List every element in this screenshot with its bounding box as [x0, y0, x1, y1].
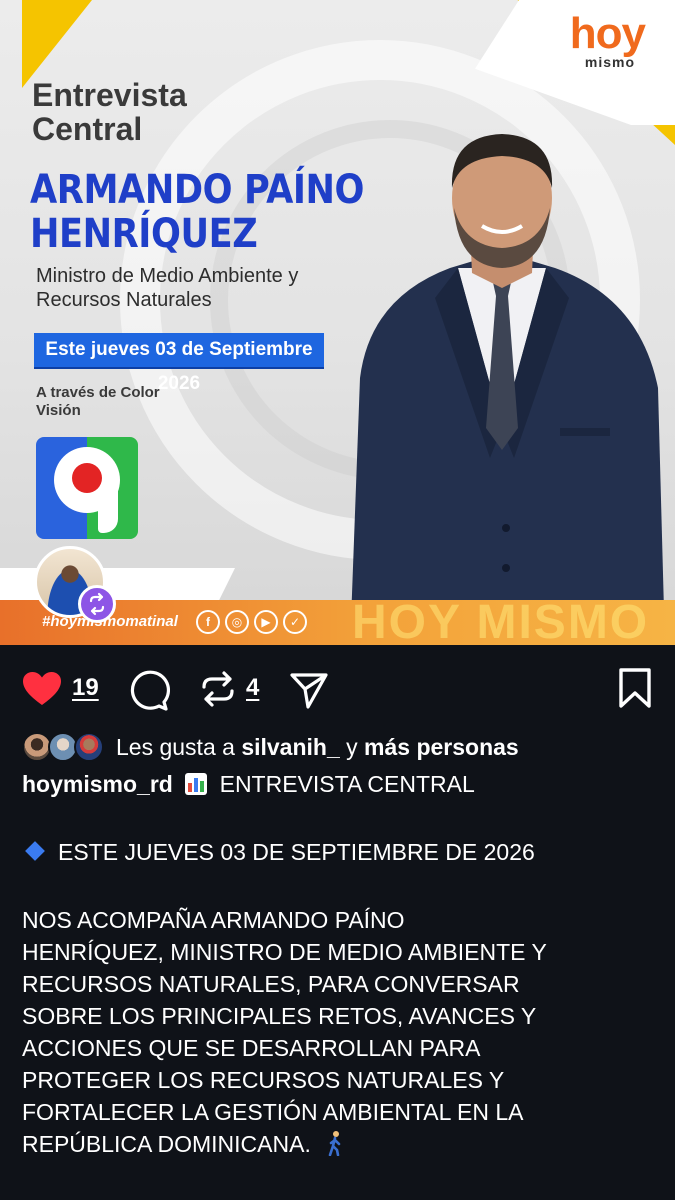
caption-headline-line: hoymismo_rd ENTREVISTA CENTRAL — [22, 768, 662, 800]
liked-by-row[interactable]: Les gusta a silvanih_ y más personas — [22, 730, 662, 766]
caption-body-line-last: REPÚBLICA DOMINICANA. — [22, 1128, 662, 1160]
caption-body-line: HENRÍQUEZ, MINISTRO DE MEDIO AMBIENTE Y — [22, 939, 547, 965]
guest-photo — [350, 134, 665, 645]
caption-body-line: NOS ACOMPAÑA ARMANDO PAÍNO — [22, 907, 405, 933]
caption-body-line: FORTALECER LA GESTIÓN AMBIENTAL EN LA — [22, 1099, 524, 1125]
bar-chart-icon — [185, 773, 208, 795]
bookmark-icon[interactable] — [618, 667, 652, 709]
channel-caption: A través de Color Visión — [36, 384, 160, 419]
twitter-icon: ✓ — [283, 610, 307, 634]
post-caption: hoymismo_rd ENTREVISTA CENTRAL ESTE JUEV… — [22, 768, 662, 1160]
repost-count[interactable]: 4 — [246, 674, 259, 702]
liked-by-text: Les gusta a silvanih_ y más personas — [116, 734, 519, 760]
action-bar: 19 4 — [0, 645, 675, 730]
brand-logo-subtext: mismo — [584, 54, 635, 70]
caption-body-line: ACCIONES QUE SE DESARROLLAN PARA — [22, 1035, 481, 1061]
caption-body: NOS ACOMPAÑA ARMANDO PAÍNO HENRÍQUEZ, MI… — [22, 904, 662, 1160]
caption-headline: ENTREVISTA CENTRAL — [219, 771, 475, 797]
caption-username[interactable]: hoymismo_rd — [22, 771, 173, 797]
instagram-icon: ◎ — [225, 610, 249, 634]
guest-role: Ministro de Medio Ambiente y Recursos Na… — [36, 265, 299, 311]
yellow-corner-left — [22, 0, 92, 88]
app-root: hoy mismo Entrevista Central ARMANDO PAÍ… — [0, 0, 675, 1200]
youtube-icon: ▶ — [254, 610, 278, 634]
strip-brand-watermark: HOY MISMO — [352, 596, 650, 645]
repost-badge-icon — [78, 585, 116, 623]
repost-icon[interactable] — [198, 669, 238, 709]
channel-9-logo — [36, 437, 138, 539]
caption-body-line: SOBRE LOS PRINCIPALES RETOS, AVANCES Y — [22, 1003, 537, 1029]
caption-body-line: PROTEGER LOS RECURSOS NATURALES Y — [22, 1067, 505, 1093]
blue-diamond-icon — [25, 841, 45, 861]
share-icon[interactable] — [288, 669, 330, 711]
caption-date-line: ESTE JUEVES 03 DE SEPTIEMBRE DE 2026 — [22, 836, 662, 868]
facebook-icon: f — [196, 610, 220, 634]
person-walking-icon — [328, 1131, 341, 1157]
liker-avatar — [74, 732, 104, 762]
post-image[interactable]: hoy mismo Entrevista Central ARMANDO PAÍ… — [0, 0, 675, 645]
interview-title: Entrevista Central — [32, 77, 187, 147]
caption-body-line: RECURSOS NATURALES, PARA CONVERSAR — [22, 971, 520, 997]
liker-username[interactable]: silvanih_ — [241, 734, 339, 760]
social-icons: f ◎ ▶ ✓ — [196, 610, 307, 634]
guest-name: ARMANDO PAÍNO HENRÍQUEZ — [30, 167, 365, 257]
date-banner: Este jueves 03 de Septiembre 2026 — [34, 333, 324, 394]
comment-icon[interactable] — [128, 669, 170, 711]
brand-logo: hoy — [569, 9, 646, 58]
more-people-link[interactable]: más personas — [364, 734, 519, 760]
like-count[interactable]: 19 — [72, 674, 99, 702]
heart-icon[interactable] — [22, 671, 62, 707]
